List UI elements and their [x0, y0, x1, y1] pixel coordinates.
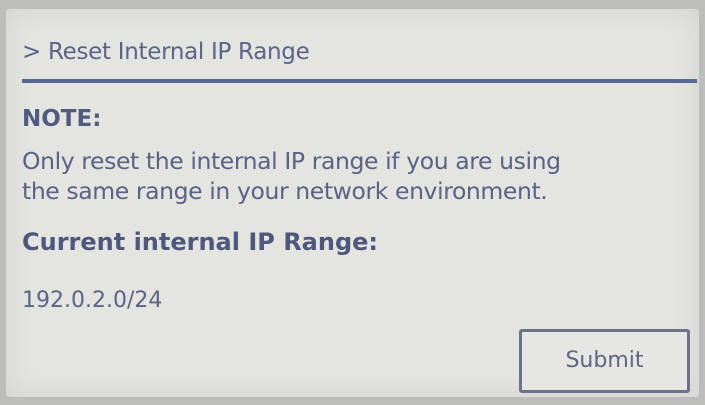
submit-button[interactable]: Submit: [519, 329, 690, 393]
note-text-line-2: the same range in your network environme…: [22, 177, 548, 205]
current-range-value: 192.0.2.0/24: [22, 288, 163, 313]
note-heading: NOTE:: [22, 106, 102, 132]
page-title: > Reset Internal IP Range: [22, 39, 310, 65]
note-text: Only reset the internal IP range if you …: [22, 146, 694, 206]
current-range-heading: Current internal IP Range:: [22, 228, 379, 256]
note-text-line-1: Only reset the internal IP range if you …: [22, 147, 561, 175]
device-screen: > Reset Internal IP Range NOTE: Only res…: [6, 9, 699, 397]
header-divider: [22, 79, 697, 83]
